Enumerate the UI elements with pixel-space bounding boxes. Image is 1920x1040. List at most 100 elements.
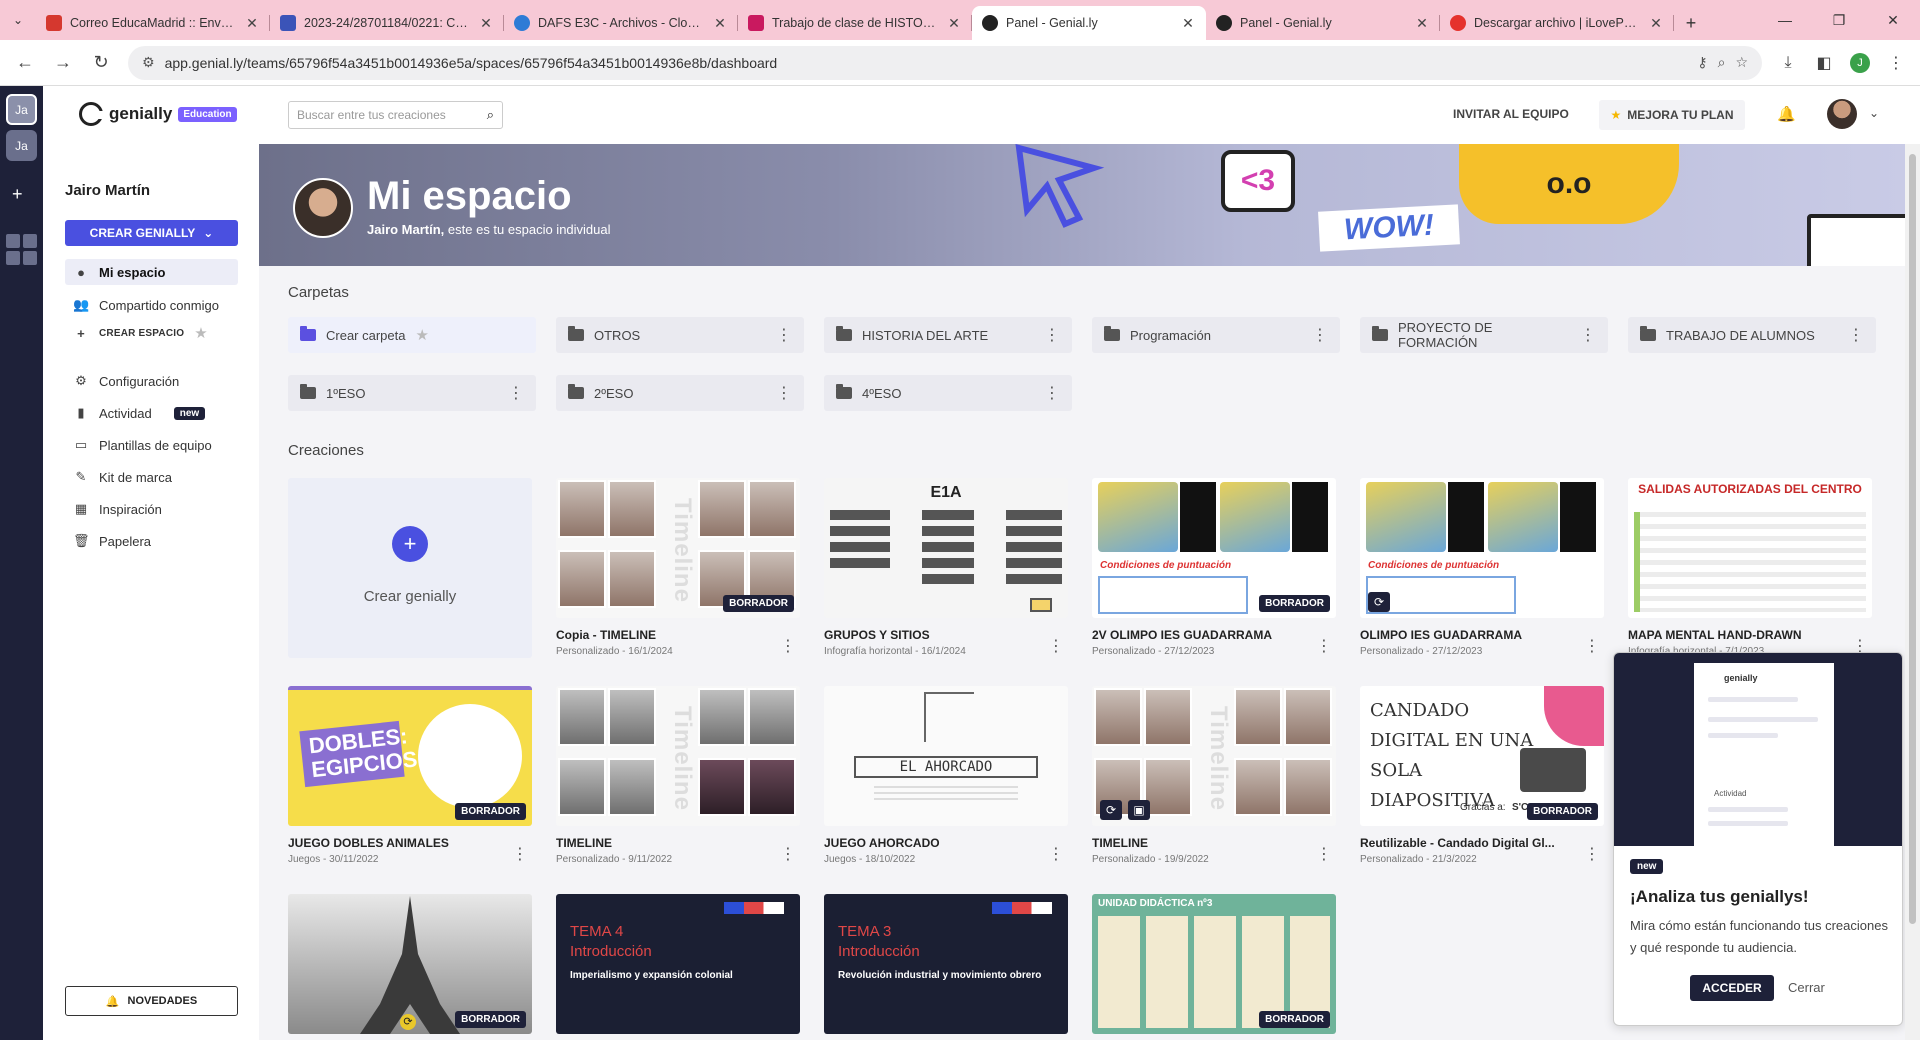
creation-thumbnail[interactable]: ⟳ BORRADOR <box>288 894 532 1034</box>
folder-4eso[interactable]: 4ºESO ⋮ <box>824 375 1072 411</box>
nav-actividad[interactable]: ▮ Actividad new <box>65 400 238 426</box>
more-vertical-icon[interactable]: ⋮ <box>508 383 524 403</box>
browser-tab-1[interactable]: Correo EducaMadrid :: Enviados ✕ <box>36 6 270 40</box>
folder-2eso[interactable]: 2ºESO ⋮ <box>556 375 804 411</box>
creation-thumbnail[interactable]: TEMA 4 Introducción Imperialismo y expan… <box>556 894 800 1034</box>
close-icon[interactable]: ✕ <box>1648 15 1664 32</box>
folder-otros[interactable]: OTROS ⋮ <box>556 317 804 353</box>
novedades-button[interactable]: 🔔 NOVEDADES <box>65 986 238 1016</box>
zoom-icon[interactable]: ⌕ <box>1718 54 1726 71</box>
close-icon[interactable]: ✕ <box>1414 15 1430 32</box>
creation-card[interactable]: TEMA 4 Introducción Imperialismo y expan… <box>556 894 800 1034</box>
nav-compartido-conmigo[interactable]: 👥 Compartido conmigo <box>65 292 238 318</box>
acceder-button[interactable]: ACCEDER <box>1690 975 1774 1001</box>
add-workspace-plus-icon[interactable]: + <box>12 184 23 205</box>
cerrar-button[interactable]: Cerrar <box>1788 980 1825 995</box>
close-window-icon[interactable]: ✕ <box>1866 0 1920 40</box>
creation-card[interactable]: TEMA 3 Introducción Revolución industria… <box>824 894 1068 1034</box>
more-vertical-icon[interactable]: ⋮ <box>1316 844 1332 864</box>
nav-configuracion[interactable]: ⚙ Configuración <box>65 368 238 394</box>
profile-button[interactable]: J <box>1844 47 1876 79</box>
more-vertical-icon[interactable]: ⋮ <box>1584 844 1600 864</box>
creation-thumbnail[interactable]: Condiciones de puntuación BORRADOR <box>1092 478 1336 618</box>
search-box[interactable]: ⌕ <box>288 101 503 129</box>
restore-icon[interactable]: ❐ <box>1812 0 1866 40</box>
create-folder-button[interactable]: Crear carpeta ★ <box>288 317 536 353</box>
more-vertical-icon[interactable]: ⋮ <box>776 383 792 403</box>
creation-card[interactable]: EL AHORCADO JUEGO AHORCADO Juegos - 18/1… <box>824 686 1068 865</box>
chevron-down-icon[interactable]: ⌄ <box>1869 106 1879 120</box>
more-vertical-icon[interactable]: ⋮ <box>780 844 796 864</box>
more-vertical-icon[interactable]: ⋮ <box>1316 636 1332 656</box>
creation-card[interactable]: UNIDAD DIDÁCTICA nº3 BORRADOR <box>1092 894 1336 1034</box>
search-icon[interactable]: ⌕ <box>487 107 494 123</box>
browser-tab-4[interactable]: Trabajo de clase de HISTORIA D ✕ <box>738 6 972 40</box>
close-icon[interactable]: ✕ <box>1180 15 1196 32</box>
folder-proyecto-formacion[interactable]: PROYECTO DE FORMACIÓN ⋮ <box>1360 317 1608 353</box>
more-vertical-icon[interactable]: ⋮ <box>512 844 528 864</box>
upgrade-plan-button[interactable]: ★ MEJORA TU PLAN <box>1599 100 1745 130</box>
more-vertical-icon[interactable]: ⋮ <box>1044 325 1060 345</box>
forward-arrow-icon[interactable]: → <box>46 46 80 80</box>
nav-crear-espacio[interactable]: + CREAR ESPACIO ★ <box>65 320 238 346</box>
creation-thumbnail[interactable]: Condiciones de puntuación ⟳ <box>1360 478 1604 618</box>
folder-trabajo-alumnos[interactable]: TRABAJO DE ALUMNOS ⋮ <box>1628 317 1876 353</box>
browser-tab-7[interactable]: Descargar archivo | iLovePDF ✕ <box>1440 6 1674 40</box>
search-input[interactable] <box>297 108 487 122</box>
creation-thumbnail[interactable]: TEMA 3 Introducción Revolución industria… <box>824 894 1068 1034</box>
creation-card[interactable]: DOBLES: EGIPCIOS BORRADOR JUEGO DOBLES A… <box>288 686 532 865</box>
nav-inspiracion[interactable]: ▦ Inspiración <box>65 496 238 522</box>
close-icon[interactable]: ✕ <box>712 15 728 32</box>
workspace-ja[interactable]: Ja <box>6 130 37 161</box>
creation-card[interactable]: SALIDAS AUTORIZADAS DEL CENTRO MAPA MENT… <box>1628 478 1872 657</box>
reload-icon[interactable]: ↻ <box>84 46 118 80</box>
minimize-icon[interactable]: — <box>1758 0 1812 40</box>
nav-mi-espacio[interactable]: ● Mi espacio <box>65 259 238 285</box>
nav-plantillas-equipo[interactable]: ▭ Plantillas de equipo <box>65 432 238 458</box>
creation-thumbnail[interactable]: Timeline <box>556 686 800 826</box>
notifications-bell-icon[interactable]: 🔔 <box>1777 105 1796 123</box>
creation-thumbnail[interactable]: E1A <box>824 478 1068 618</box>
close-icon[interactable]: ✕ <box>478 15 494 32</box>
site-info-icon[interactable]: ⚙ <box>142 54 155 71</box>
download-icon[interactable]: ⤓ <box>1772 47 1804 79</box>
create-genially-button[interactable]: CREAR GENIALLY ⌄ <box>65 220 238 246</box>
creation-thumbnail[interactable]: DOBLES: EGIPCIOS BORRADOR <box>288 686 532 826</box>
browser-tab-5-active[interactable]: Panel - Genial.ly ✕ <box>972 6 1206 40</box>
nav-kit-marca[interactable]: ✎ Kit de marca <box>65 464 238 490</box>
apps-grid-icon[interactable] <box>6 234 37 265</box>
creation-card[interactable]: ⟳ BORRADOR <box>288 894 532 1034</box>
invite-team-button[interactable]: INVITAR AL EQUIPO <box>1453 107 1569 121</box>
more-vertical-icon[interactable]: ⋮ <box>1584 636 1600 656</box>
creation-card[interactable]: Timeline ⟳ ▣ TIMELINE Personalizado - 19… <box>1092 686 1336 865</box>
back-arrow-icon[interactable]: ← <box>8 46 42 80</box>
more-vertical-icon[interactable]: ⋮ <box>1580 325 1596 345</box>
creation-card[interactable]: Condiciones de puntuación ⟳ OLIMPO IES G… <box>1360 478 1604 657</box>
password-key-icon[interactable]: ⚷ <box>1697 54 1707 71</box>
workspace-ja-active[interactable]: Ja <box>6 94 37 125</box>
creation-card[interactable]: Timeline BORRADOR Copia - TIMELINE Perso… <box>556 478 800 657</box>
nav-papelera[interactable]: 🗑 Papelera <box>65 528 238 554</box>
new-tab-plus-icon[interactable]: + <box>1674 6 1708 40</box>
folder-1eso[interactable]: 1ºESO ⋮ <box>288 375 536 411</box>
creation-thumbnail[interactable]: Timeline BORRADOR <box>556 478 800 618</box>
side-panel-icon[interactable]: ◧ <box>1808 47 1840 79</box>
url-field[interactable]: ⚙ app.genial.ly/teams/65796f54a3451b0014… <box>128 45 1762 80</box>
more-vertical-icon[interactable]: ⋮ <box>1312 325 1328 345</box>
more-vertical-icon[interactable]: ⋮ <box>1048 636 1064 656</box>
scrollbar-thumb[interactable] <box>1909 154 1916 924</box>
more-vertical-icon[interactable]: ⋮ <box>780 636 796 656</box>
tab-search-chevron-icon[interactable]: ⌄ <box>0 0 36 40</box>
user-avatar[interactable] <box>1827 99 1857 129</box>
creation-card[interactable]: CANDADO DIGITAL EN UNA SOLA DIAPOSITIVA … <box>1360 686 1604 865</box>
browser-tab-2[interactable]: 2023-24/28701184/0221: CONTE ✕ <box>270 6 504 40</box>
creation-card[interactable]: Timeline TIMELINE Personalizado - 9/11/2… <box>556 686 800 865</box>
more-vertical-icon[interactable]: ⋮ <box>1048 844 1064 864</box>
browser-tab-6[interactable]: Panel - Genial.ly ✕ <box>1206 6 1440 40</box>
creation-thumbnail[interactable]: Timeline ⟳ ▣ <box>1092 686 1336 826</box>
creation-card[interactable]: Condiciones de puntuación BORRADOR 2V OL… <box>1092 478 1336 657</box>
creation-thumbnail[interactable]: EL AHORCADO <box>824 686 1068 826</box>
close-icon[interactable]: ✕ <box>946 15 962 32</box>
bookmark-star-icon[interactable]: ☆ <box>1735 54 1748 71</box>
main-scrollbar[interactable] <box>1905 144 1920 1040</box>
